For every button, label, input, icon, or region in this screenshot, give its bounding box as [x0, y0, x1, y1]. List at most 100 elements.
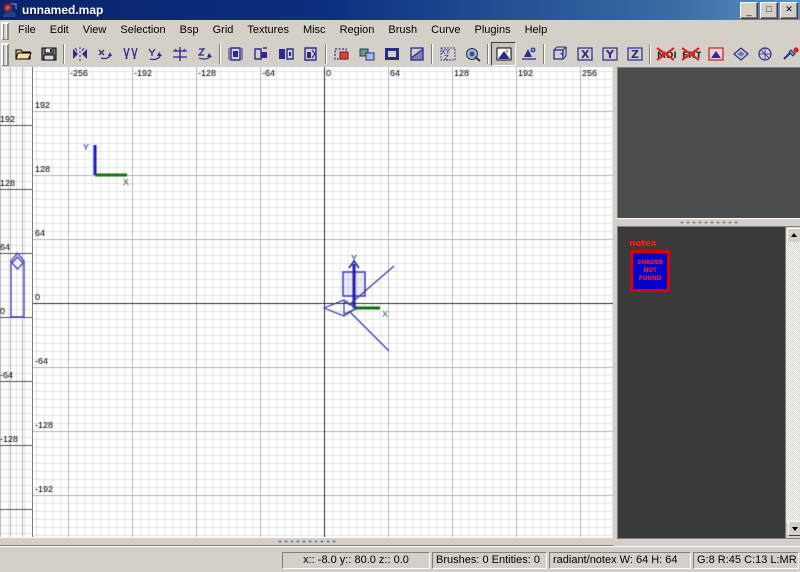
status-coordinates: x:: -8.0 y:: 80.0 z:: 0.0 — [282, 551, 430, 569]
rotate-x-button[interactable] — [92, 42, 117, 66]
shader-line-2: NOT — [643, 267, 657, 274]
color-scheme-icon — [782, 47, 799, 60]
radiant-app-icon — [2, 2, 18, 18]
axis-x-button[interactable]: X — [572, 42, 597, 66]
menu-item-bsp[interactable]: Bsp — [173, 22, 206, 39]
select-touching-button[interactable] — [248, 42, 273, 66]
menu-item-selection[interactable]: Selection — [113, 22, 172, 39]
clipper-button[interactable] — [404, 42, 429, 66]
menu-item-curve[interactable]: Curve — [424, 22, 467, 39]
camera-view-button[interactable] — [460, 42, 485, 66]
open-file-button[interactable] — [11, 42, 36, 66]
flip-x-button[interactable] — [67, 42, 92, 66]
flip-z-button[interactable] — [167, 42, 192, 66]
floppy-save-icon — [41, 47, 56, 61]
maximize-button[interactable]: □ — [760, 2, 778, 19]
menu-item-help[interactable]: Help — [518, 22, 555, 39]
status-brush-entity-count: Brushes: 0 Entities: 0 — [432, 551, 547, 569]
close-button[interactable]: ✕ — [780, 2, 798, 19]
complete-tall-button[interactable] — [223, 42, 248, 66]
select-partial-tall-icon — [278, 48, 294, 60]
menu-bar: File Edit View Selection Bsp Grid Textur… — [0, 20, 800, 42]
axis-z-button[interactable]: Z — [622, 42, 647, 66]
select-partial-tall-button[interactable] — [273, 42, 298, 66]
folder-open-icon — [15, 49, 32, 60]
horizontal-splitter-main[interactable] — [0, 537, 613, 546]
entity-inspector-icon — [521, 47, 536, 60]
rotate-x-icon — [98, 49, 112, 60]
texture-browser[interactable]: notex SHADER NOT FOUND — [617, 226, 800, 539]
menu-item-brush[interactable]: Brush — [381, 22, 424, 39]
z-view-canvas[interactable] — [0, 67, 32, 537]
texture-scrollbar[interactable] — [785, 227, 800, 538]
statusbar-resizer[interactable] — [0, 552, 16, 568]
menubar-drag-grip[interactable] — [1, 21, 9, 40]
texture-lock-icon — [707, 47, 724, 61]
clipper-icon — [409, 47, 424, 61]
texture-lock-button[interactable] — [703, 42, 728, 66]
flush-textures-button[interactable] — [728, 42, 753, 66]
show-models-button[interactable]: MDL — [653, 42, 678, 66]
close-glyph: ✕ — [785, 4, 793, 14]
select-inside-icon — [303, 47, 317, 61]
texture-swatch[interactable]: notex SHADER NOT FOUND — [629, 239, 673, 297]
hollow-icon — [384, 48, 399, 60]
csg-subtract-button[interactable] — [329, 42, 354, 66]
scroll-down-arrow-icon[interactable] — [788, 521, 800, 536]
rotate-y-button[interactable] — [142, 42, 167, 66]
select-inside-button[interactable] — [298, 42, 323, 66]
menu-item-edit[interactable]: Edit — [43, 22, 76, 39]
save-file-button[interactable] — [36, 42, 61, 66]
window-controls: _ □ ✕ — [740, 2, 798, 19]
texture-view-button[interactable] — [491, 42, 516, 66]
scroll-up-arrow-icon[interactable] — [787, 228, 800, 243]
csg-subtract-icon — [333, 48, 348, 60]
no-models-icon: MDL — [655, 47, 676, 61]
flip-y-icon — [122, 47, 138, 60]
toolbar-drag-grip[interactable] — [1, 42, 9, 66]
svg-text:X: X — [581, 48, 590, 61]
xy-view-canvas[interactable] — [33, 67, 613, 537]
show-entities-button[interactable]: ENT — [678, 42, 703, 66]
camera-icon — [465, 48, 481, 62]
menu-item-textures[interactable]: Textures — [240, 22, 296, 39]
entities-button[interactable] — [516, 42, 541, 66]
csg-merge-icon — [359, 48, 374, 61]
menu-item-region[interactable]: Region — [333, 22, 382, 39]
select-complete-tall-icon — [228, 47, 242, 61]
find-textures-icon — [757, 47, 772, 61]
splitter-grip-dots — [276, 540, 337, 543]
menu-item-grid[interactable]: Grid — [206, 22, 241, 39]
svg-text:Y: Y — [605, 48, 615, 61]
axis-y-button[interactable]: Y — [597, 42, 622, 66]
texture-thumbnail[interactable]: SHADER NOT FOUND — [630, 250, 670, 292]
cubic-clip-button[interactable] — [547, 42, 572, 66]
rotate-z-button[interactable] — [192, 42, 217, 66]
texture-name-label: notex — [629, 239, 657, 249]
camera-view[interactable] — [617, 67, 800, 218]
menu-item-plugins[interactable]: Plugins — [468, 22, 518, 39]
flip-y-button[interactable] — [117, 42, 142, 66]
title-bar: unnamed.map _ □ ✕ — [0, 0, 800, 20]
find-textures-button[interactable] — [753, 42, 778, 66]
xy-view-icon: XY Z — [440, 47, 455, 62]
scrollbar-track[interactable] — [786, 242, 800, 523]
flip-x-icon — [72, 47, 87, 61]
axis-z-icon: Z — [626, 47, 643, 61]
window-title: unnamed.map — [22, 3, 104, 17]
hollow-button[interactable] — [379, 42, 404, 66]
menu-item-view[interactable]: View — [76, 22, 114, 39]
rotate-y-icon — [147, 48, 162, 61]
radiant-main-window: unnamed.map _ □ ✕ File Edit View Selecti… — [0, 0, 800, 572]
xy-top-view[interactable] — [33, 67, 613, 537]
color-scheme-button[interactable] — [778, 42, 800, 66]
minimize-button[interactable]: _ — [740, 2, 758, 19]
change-view-button[interactable]: XY Z — [435, 42, 460, 66]
z-axis-view[interactable] — [0, 67, 33, 537]
no-entities-icon: ENT — [680, 47, 701, 61]
menu-item-file[interactable]: File — [11, 22, 43, 39]
shader-line-3: FOUND — [638, 275, 662, 282]
csg-merge-button[interactable] — [354, 42, 379, 66]
menu-item-misc[interactable]: Misc — [296, 22, 333, 39]
status-grid-info: G:8 R:45 C:13 L:MR — [693, 551, 799, 569]
